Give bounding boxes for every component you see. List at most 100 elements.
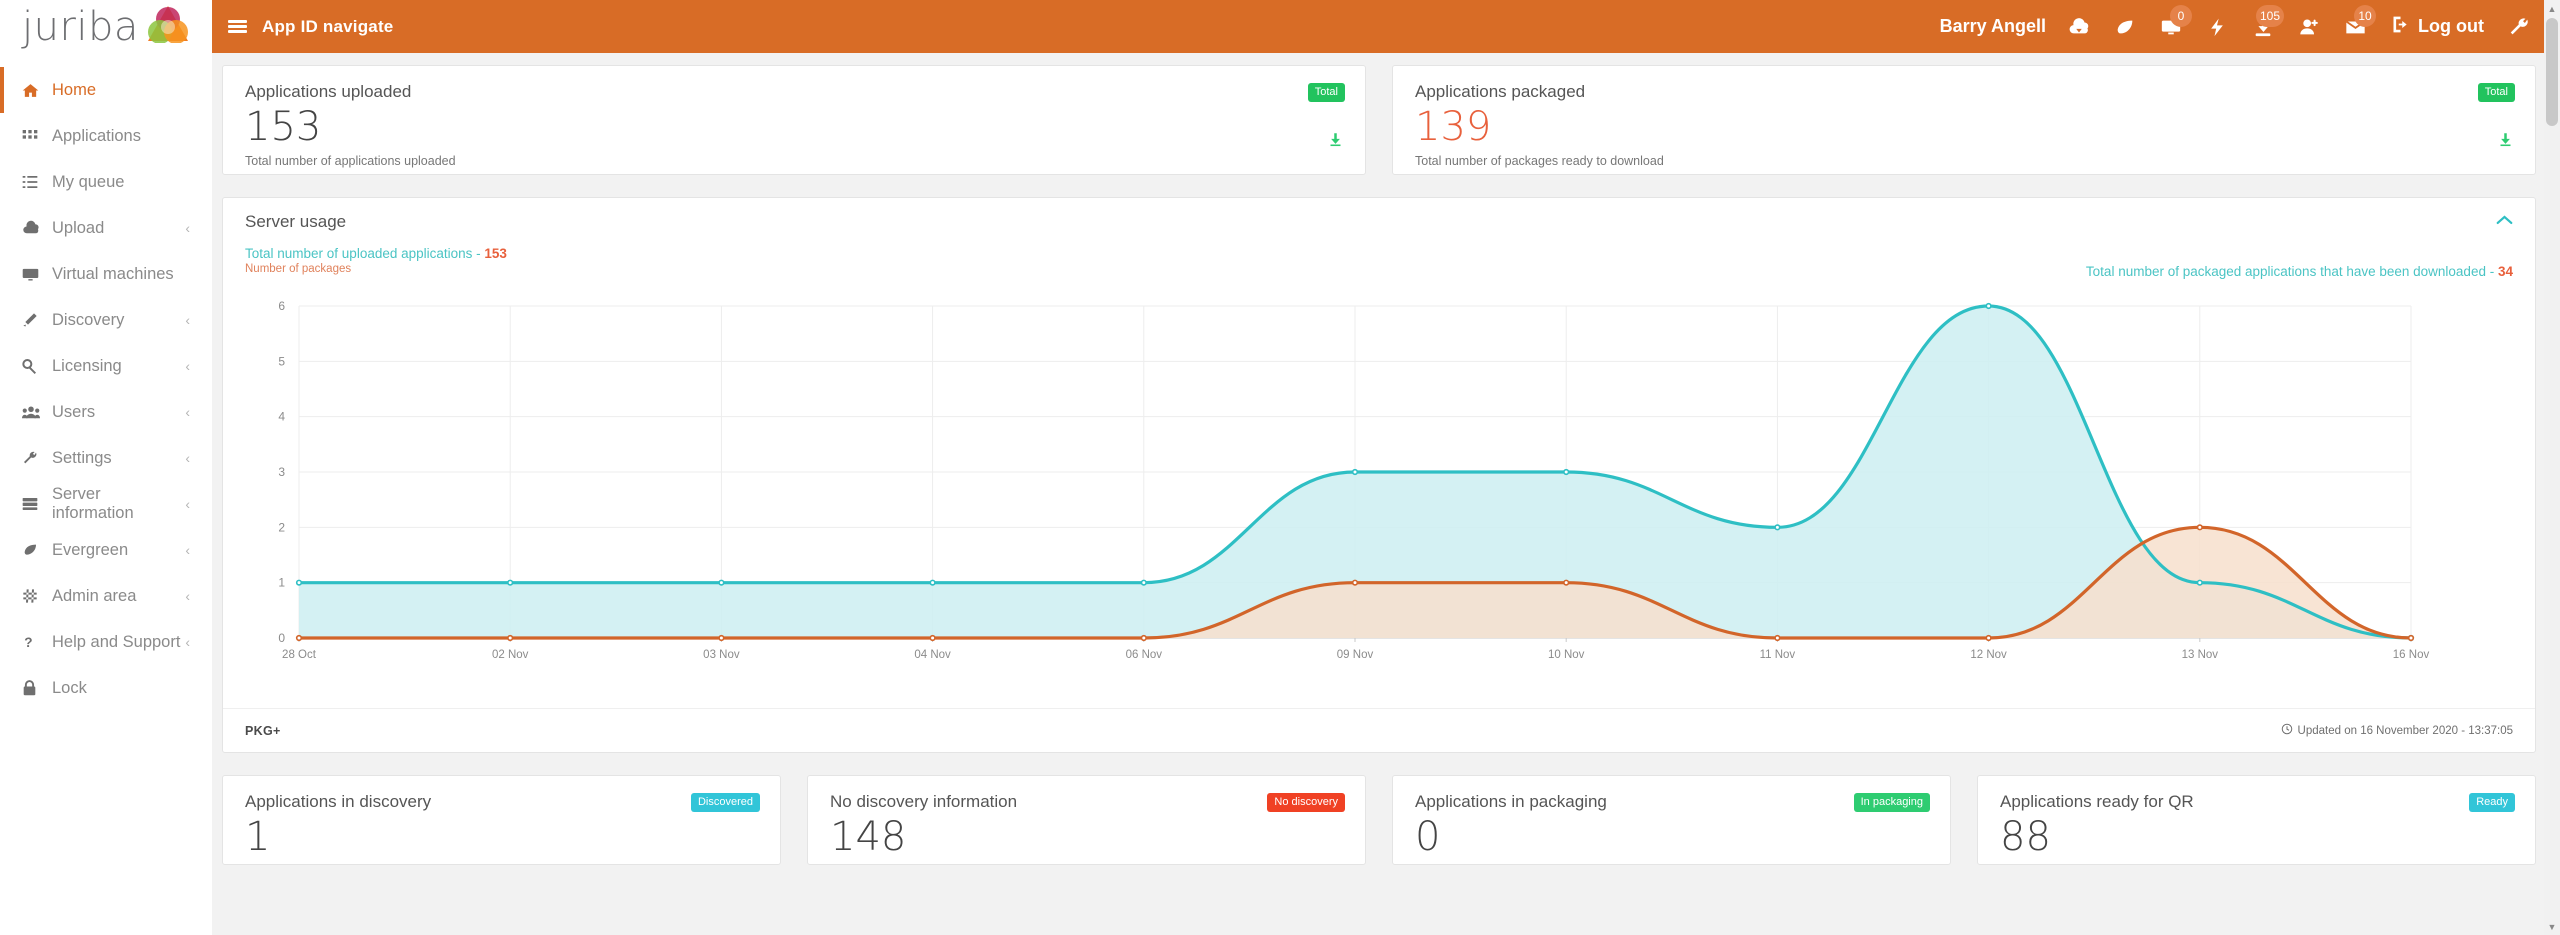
svg-text:16 Nov: 16 Nov	[2393, 649, 2430, 661]
sidebar-item-lock[interactable]: Lock	[0, 665, 212, 711]
sidebar-item-virtual-machines[interactable]: Virtual machines	[0, 251, 212, 297]
chevron-left-icon: ‹	[185, 450, 190, 466]
wrench-icon[interactable]	[2496, 0, 2542, 53]
logout-icon	[2390, 14, 2411, 40]
magic-wand-icon	[22, 312, 52, 328]
svg-text:6: 6	[278, 299, 285, 313]
kpi-subtitle: Total number of applications uploaded	[245, 154, 1343, 168]
legend-uploaded: Total number of uploaded applications - …	[245, 246, 507, 261]
kpi-card-applications-packaged: Applications packaged 139 Total number o…	[1392, 65, 2536, 175]
pkg-label: PKG+	[245, 724, 281, 738]
scroll-down-arrow-icon[interactable]: ▼	[2544, 918, 2560, 935]
svg-text:02 Nov: 02 Nov	[492, 649, 529, 661]
sidebar-item-label: Server information	[52, 485, 185, 523]
juriba-triquetra-logo-icon	[147, 5, 189, 48]
leaf-icon[interactable]	[2102, 0, 2148, 53]
scroll-up-arrow-icon[interactable]: ▲	[2544, 0, 2560, 17]
cloud-upload-icon	[22, 219, 52, 237]
grid-icon	[22, 128, 52, 144]
sidebar-item-label: Virtual machines	[52, 265, 174, 284]
scrollbar-thumb[interactable]	[2546, 18, 2558, 126]
sidebar-item-discovery[interactable]: Discovery ‹	[0, 297, 212, 343]
kpi-title: Applications uploaded	[245, 82, 1343, 102]
sidebar-item-label: Evergreen	[52, 541, 128, 560]
chevron-left-icon: ‹	[185, 634, 190, 650]
sidebar-item-label: Lock	[52, 679, 87, 698]
download-icon[interactable]	[1328, 132, 1343, 152]
legend-uploaded-value: 153	[484, 246, 507, 261]
svg-text:28 Oct: 28 Oct	[282, 649, 317, 661]
topbar-actions: Barry Angell 0 105 10	[1940, 0, 2560, 53]
download-icon[interactable]	[2498, 132, 2513, 152]
chart-title: Server usage	[245, 212, 346, 232]
server-usage-chart-card: Server usage Total number of uploaded ap…	[222, 197, 2536, 753]
svg-text:04 Nov: 04 Nov	[914, 649, 951, 661]
list-icon	[22, 174, 52, 190]
lightning-bolt-icon[interactable]	[2194, 0, 2240, 53]
chevron-left-icon: ‹	[185, 312, 190, 328]
user-name: Barry Angell	[1940, 16, 2046, 37]
brand-logo-bar: juriba	[0, 0, 212, 53]
sidebar-item-label: Settings	[52, 449, 112, 468]
sidebar-item-evergreen[interactable]: Evergreen ‹	[0, 527, 212, 573]
question-icon: ?	[22, 634, 52, 650]
logout-button[interactable]: Log out	[2378, 14, 2496, 40]
area-chart-plot: 012345628 Oct02 Nov03 Nov04 Nov06 Nov09 …	[237, 292, 2521, 672]
page-scrollbar[interactable]: ▲ ▼	[2544, 0, 2560, 935]
kpi-value: 0	[1415, 816, 1928, 858]
chevron-up-icon[interactable]	[2496, 212, 2513, 230]
kpi-title: Applications in packaging	[1415, 792, 1928, 812]
status-badge: No discovery	[1267, 793, 1345, 812]
chart-footer: PKG+ Updated on 16 November 2020 - 13:37…	[223, 708, 2535, 752]
envelope-icon[interactable]: 10	[2332, 0, 2378, 53]
kpi-card-applications-in-discovery: Applications in discovery 1 Discovered	[222, 775, 781, 865]
monitor-badge: 0	[2170, 5, 2192, 27]
hamburger-menu-icon[interactable]	[212, 18, 262, 36]
sidebar-item-help-and-support[interactable]: ? Help and Support ‹	[0, 619, 212, 665]
kpi-value: 88	[2000, 816, 2513, 858]
legend-right: Total number of packaged applications th…	[2086, 264, 2513, 279]
monitor-icon[interactable]: 0	[2148, 0, 2194, 53]
svg-text:2: 2	[278, 520, 285, 534]
sidebar-item-server-information[interactable]: Server information ‹	[0, 481, 212, 527]
chevron-left-icon: ‹	[185, 542, 190, 558]
sidebar-item-admin-area[interactable]: Admin area ‹	[0, 573, 212, 619]
updated-text: Updated on 16 November 2020 - 13:37:05	[2298, 725, 2513, 737]
kpi-value: 148	[830, 816, 1343, 858]
sidebar-item-label: Applications	[52, 127, 141, 146]
chevron-left-icon: ‹	[185, 496, 190, 512]
sidebar-item-upload[interactable]: Upload ‹	[0, 205, 212, 251]
sidebar-item-users[interactable]: Users ‹	[0, 389, 212, 435]
sidebar-item-label: Help and Support	[52, 633, 180, 652]
legend-downloaded-text: Total number of packaged applications th…	[2086, 264, 2498, 279]
legend-uploaded-text: Total number of uploaded applications -	[245, 246, 484, 261]
hash-icon	[22, 588, 52, 604]
sidebar-item-licensing[interactable]: Licensing ‹	[0, 343, 212, 389]
status-badge: Total	[2478, 83, 2515, 102]
svg-text:12 Nov: 12 Nov	[1970, 649, 2007, 661]
kpi-title: Applications in discovery	[245, 792, 758, 812]
download-icon[interactable]: 105	[2240, 0, 2286, 53]
lock-icon	[22, 680, 52, 696]
svg-text:10 Nov: 10 Nov	[1548, 649, 1585, 661]
home-icon	[22, 82, 52, 99]
sidebar-item-label: Users	[52, 403, 95, 422]
status-badge: Ready	[2469, 793, 2515, 812]
sidebar-item-home[interactable]: Home	[0, 67, 212, 113]
sidebar-item-my-queue[interactable]: My queue	[0, 159, 212, 205]
envelope-badge: 10	[2354, 5, 2376, 27]
status-badge: Total	[1308, 83, 1345, 102]
key-icon	[22, 358, 52, 374]
sidebar-item-label: Admin area	[52, 587, 136, 606]
kpi-card-applications-in-packaging: Applications in packaging 0 In packaging	[1392, 775, 1951, 865]
kpi-value: 1	[245, 816, 758, 858]
legend-downloaded-value: 34	[2498, 264, 2513, 279]
add-user-icon[interactable]	[2286, 0, 2332, 53]
users-icon	[22, 404, 52, 420]
cloud-upload-icon[interactable]	[2056, 0, 2102, 53]
main-content: Applications uploaded 153 Total number o…	[212, 53, 2544, 935]
sidebar-item-applications[interactable]: Applications	[0, 113, 212, 159]
chevron-left-icon: ‹	[185, 220, 190, 236]
sidebar-item-settings[interactable]: Settings ‹	[0, 435, 212, 481]
svg-text:3: 3	[278, 465, 285, 479]
